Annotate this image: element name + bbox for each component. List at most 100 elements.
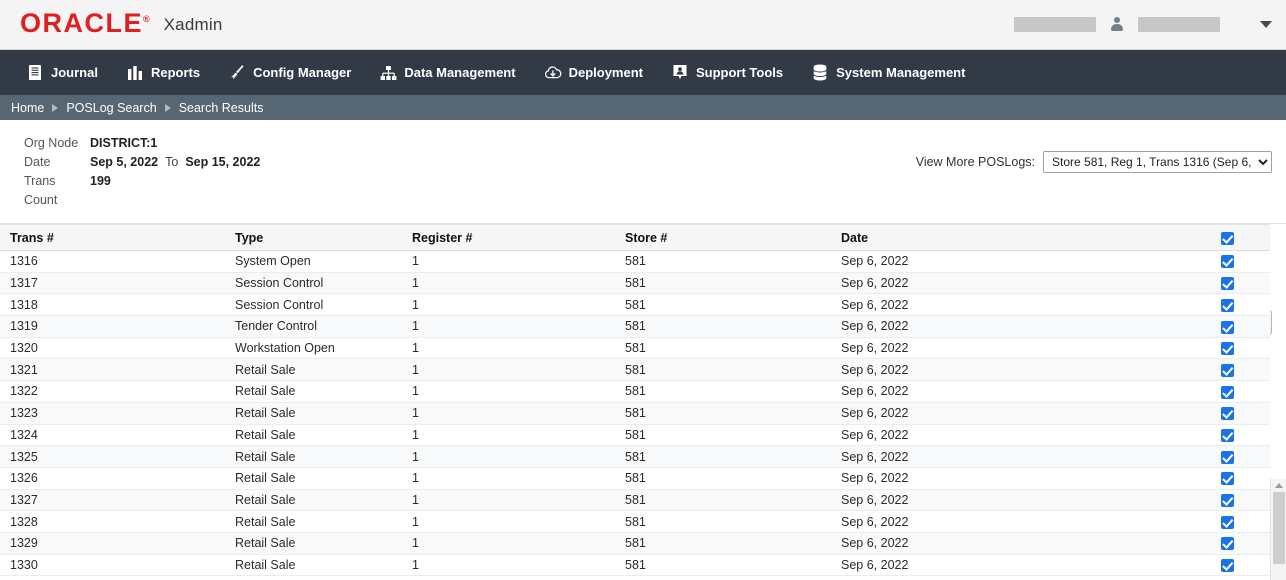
date-cell: Sep 6, 2022 xyxy=(831,554,1183,577)
register-cell: 1 xyxy=(402,554,615,577)
type-cell: Session Control xyxy=(225,293,402,317)
cloud-download-icon xyxy=(544,64,562,82)
trans-cell: 1321 xyxy=(0,358,225,382)
row-select-checkbox[interactable] xyxy=(1221,559,1234,573)
chevron-down-icon[interactable] xyxy=(1260,21,1272,28)
type-cell: Retail Sale xyxy=(225,358,402,382)
date-to-value: Sep 15, 2022 xyxy=(185,155,261,169)
nav-item-data-management[interactable]: Data Management xyxy=(365,50,529,95)
date-cell: Sep 6, 2022 xyxy=(831,380,1183,403)
table-row[interactable]: 1321 Retail Sale 1 581 Sep 6, 2022 xyxy=(0,358,1270,382)
nav-item-support-tools[interactable]: Support Tools xyxy=(657,50,797,95)
table-row[interactable]: 1326 Retail Sale 1 581 Sep 6, 2022 xyxy=(0,467,1270,490)
register-cell: 1 xyxy=(402,337,615,360)
row-select-checkbox[interactable] xyxy=(1221,537,1234,551)
breadcrumb-item-home[interactable]: Home xyxy=(6,101,49,115)
select-all-checkbox[interactable] xyxy=(1221,231,1234,245)
row-select-checkbox[interactable] xyxy=(1221,342,1234,356)
row-select-cell xyxy=(1183,424,1270,447)
nav-item-reports[interactable]: Reports xyxy=(112,50,214,95)
column-header-trans[interactable]: Trans # xyxy=(0,224,225,251)
store-cell: 581 xyxy=(615,510,831,533)
bar-chart-icon xyxy=(126,64,144,82)
scrollbar-thumb[interactable] xyxy=(1273,492,1285,564)
trans-count-value: 199 xyxy=(90,174,111,188)
store-cell: 581 xyxy=(615,445,831,468)
row-select-checkbox[interactable] xyxy=(1221,494,1234,507)
store-cell: 581 xyxy=(615,380,831,403)
date-cell: Sep 6, 2022 xyxy=(831,402,1183,425)
journal-book-icon xyxy=(26,64,44,82)
register-cell: 1 xyxy=(402,467,615,490)
nav-item-deployment[interactable]: Deployment xyxy=(530,50,657,95)
oracle-logo-text: ORACLE xyxy=(20,8,143,38)
register-cell: 1 xyxy=(402,445,615,468)
breadcrumb-item-poslog-search[interactable]: POSLog Search xyxy=(61,101,161,115)
store-cell: 581 xyxy=(615,424,831,447)
type-cell: Retail Sale xyxy=(225,532,402,555)
row-select-checkbox[interactable] xyxy=(1221,298,1234,312)
row-select-checkbox[interactable] xyxy=(1221,277,1234,291)
date-cell: Sep 6, 2022 xyxy=(831,315,1183,338)
table-row[interactable]: 1316 System Open 1 581 Sep 6, 2022 xyxy=(0,250,1270,273)
row-select-cell xyxy=(1183,402,1270,425)
row-select-cell xyxy=(1183,380,1270,403)
column-header-type[interactable]: Type xyxy=(225,224,402,251)
register-cell: 1 xyxy=(402,489,615,512)
table-row[interactable]: 1319 Tender Control 1 581 Sep 6, 2022 xyxy=(0,315,1270,338)
nav-item-config-manager[interactable]: Config Manager xyxy=(214,50,365,95)
row-select-checkbox[interactable] xyxy=(1221,255,1234,269)
table-row[interactable]: 1323 Retail Sale 1 581 Sep 6, 2022 xyxy=(0,402,1270,425)
nav-label-data-management: Data Management xyxy=(404,65,516,80)
wrench-icon xyxy=(228,64,246,82)
scroll-up-arrow-icon[interactable] xyxy=(1275,483,1283,488)
date-to-word: To xyxy=(165,155,179,169)
row-select-cell xyxy=(1183,337,1270,360)
date-label: Date xyxy=(24,155,51,169)
row-select-checkbox[interactable] xyxy=(1221,363,1234,377)
row-select-checkbox[interactable] xyxy=(1221,450,1234,464)
nav-item-system-management[interactable]: System Management xyxy=(797,50,979,95)
type-cell: Retail Sale xyxy=(225,489,402,512)
row-select-cell xyxy=(1183,315,1270,338)
table-row[interactable]: 1329 Retail Sale 1 581 Sep 6, 2022 xyxy=(0,532,1270,555)
table-row[interactable]: 1325 Retail Sale 1 581 Sep 6, 2022 xyxy=(0,445,1270,468)
type-cell: Retail Sale xyxy=(225,424,402,447)
row-select-checkbox[interactable] xyxy=(1221,320,1234,334)
trans-cell: 1330 xyxy=(0,554,225,577)
sitemap-icon xyxy=(379,64,397,82)
store-cell: 581 xyxy=(615,402,831,425)
nav-label-reports: Reports xyxy=(150,65,201,80)
table-row[interactable]: 1322 Retail Sale 1 581 Sep 6, 2022 xyxy=(0,380,1270,403)
trans-cell: 1318 xyxy=(0,293,225,317)
register-cell: 1 xyxy=(402,510,615,533)
table-row[interactable]: 1317 Session Control 1 581 Sep 6, 2022 xyxy=(0,272,1270,295)
results-table: Trans # Type Register # Store # Date 131… xyxy=(0,224,1270,577)
row-select-checkbox[interactable] xyxy=(1221,407,1234,421)
summary-row-trans-count: Trans Count 199 xyxy=(24,172,1286,210)
table-row[interactable]: 1318 Session Control 1 581 Sep 6, 2022 xyxy=(0,293,1270,317)
column-header-register[interactable]: Register # xyxy=(402,224,615,251)
type-cell: System Open xyxy=(225,250,402,273)
nav-item-journal[interactable]: Journal xyxy=(12,50,112,95)
search-summary-panel: Org Node DISTRICT:1 Date Sep 5, 2022 To … xyxy=(0,120,1286,335)
table-row[interactable]: 1320 Workstation Open 1 581 Sep 6, 2022 xyxy=(0,337,1270,360)
oracle-logo: ORACLE® xyxy=(20,10,150,37)
row-select-checkbox[interactable] xyxy=(1221,428,1234,442)
column-header-date[interactable]: Date xyxy=(831,224,1183,251)
table-row[interactable]: 1327 Retail Sale 1 581 Sep 6, 2022 xyxy=(0,489,1270,512)
table-row[interactable]: 1328 Retail Sale 1 581 Sep 6, 2022 xyxy=(0,510,1270,533)
nav-label-deployment: Deployment xyxy=(568,65,643,80)
column-header-select-all xyxy=(1183,224,1270,251)
trans-cell: 1325 xyxy=(0,445,225,468)
trans-cell: 1316 xyxy=(0,250,225,273)
column-header-store[interactable]: Store # xyxy=(615,224,831,251)
nav-label-config-manager: Config Manager xyxy=(253,65,352,80)
table-row[interactable]: 1330 Retail Sale 1 581 Sep 6, 2022 xyxy=(0,554,1270,577)
poslog-select[interactable]: Store 581, Reg 1, Trans 1316 (Sep 6, 202… xyxy=(1043,151,1272,173)
row-select-checkbox[interactable] xyxy=(1221,472,1234,486)
row-select-checkbox[interactable] xyxy=(1221,515,1234,529)
row-select-checkbox[interactable] xyxy=(1221,385,1234,399)
results-vertical-scrollbar[interactable] xyxy=(1270,479,1286,580)
table-row[interactable]: 1324 Retail Sale 1 581 Sep 6, 2022 xyxy=(0,424,1270,447)
